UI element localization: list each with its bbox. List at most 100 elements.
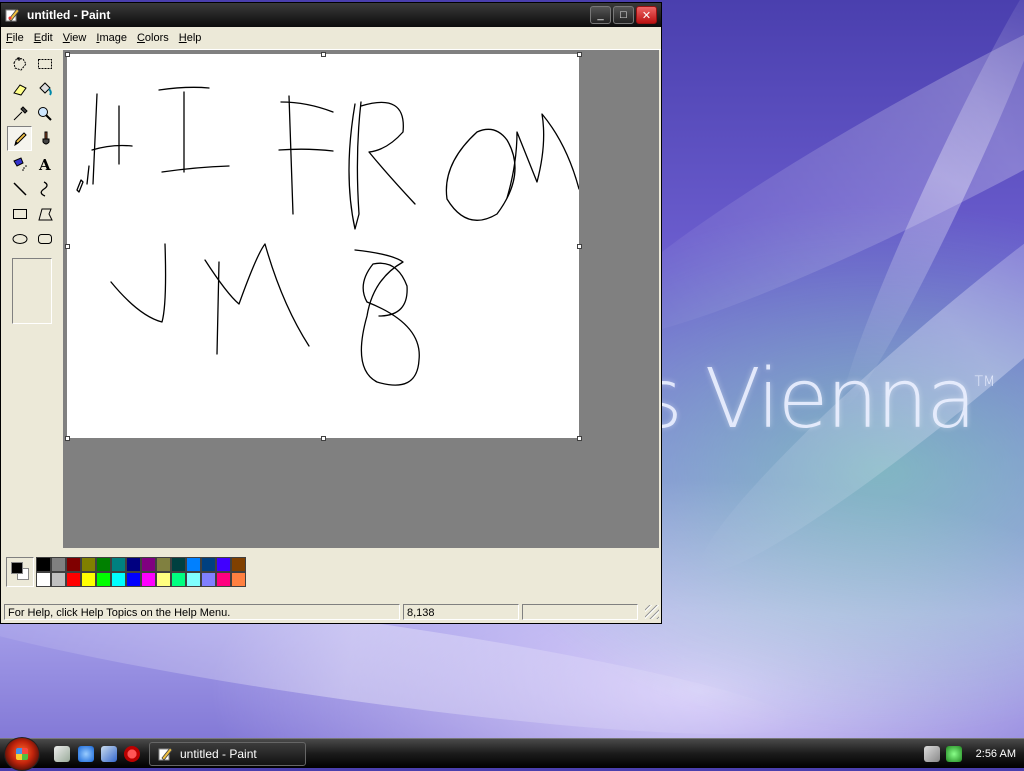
color-swatch[interactable] [66, 572, 81, 587]
menu-accelerator: H [178, 32, 187, 44]
curve-tool[interactable] [32, 176, 57, 201]
color-swatch[interactable] [171, 557, 186, 572]
menu-image[interactable]: Image [91, 32, 132, 44]
color-swatch[interactable] [201, 557, 216, 572]
menu-accelerator: F [6, 32, 13, 44]
close-button[interactable]: ✕ [636, 6, 657, 24]
drawing-canvas[interactable] [67, 54, 579, 438]
color-swatch[interactable] [141, 557, 156, 572]
color-swatch[interactable] [126, 557, 141, 572]
color-swatch[interactable] [36, 557, 51, 572]
menu-colors[interactable]: Colors [132, 32, 174, 44]
free-form-select-tool[interactable] [7, 51, 32, 76]
magnifier-icon [37, 106, 52, 121]
pick-color-icon [13, 105, 28, 120]
eraser-tool[interactable] [7, 76, 32, 101]
clock[interactable]: 2:56 AM [976, 748, 1016, 760]
foreground-color[interactable] [11, 562, 23, 574]
color-swatch[interactable] [126, 572, 141, 587]
color-swatch[interactable] [171, 572, 186, 587]
rectangle-select-tool[interactable] [32, 51, 57, 76]
color-swatch[interactable] [51, 572, 66, 587]
taskbar: untitled - Paint 2:56 AM [0, 737, 1024, 771]
menu-file[interactable]: File [1, 32, 29, 44]
magnifier-tool[interactable] [32, 101, 57, 126]
taskbar-paint-button[interactable]: untitled - Paint [149, 742, 306, 766]
color-swatch[interactable] [141, 572, 156, 587]
pencil-tool[interactable] [7, 126, 32, 151]
rectangle-tool[interactable] [7, 201, 32, 226]
ellipse-tool[interactable] [7, 226, 32, 251]
internet-explorer-icon[interactable] [78, 746, 94, 762]
color-swatch[interactable] [186, 572, 201, 587]
color-swatch[interactable] [81, 557, 96, 572]
menu-label-rest: elp [186, 32, 202, 44]
curve-icon [40, 180, 48, 197]
rectangle-icon [12, 208, 27, 219]
menu-help[interactable]: Help [174, 32, 207, 44]
color-swatch[interactable] [201, 572, 216, 587]
paint-task-icon [158, 746, 174, 762]
color-swatch[interactable] [216, 572, 231, 587]
menu-label-rest: ile [12, 32, 24, 44]
pick-color-tool[interactable] [7, 101, 32, 126]
network-icon[interactable] [923, 746, 940, 762]
rounded-rectangle-icon [37, 233, 52, 244]
status-bar: For Help, click Help Topics on the Help … [1, 601, 661, 623]
fill-with-color-tool[interactable] [32, 76, 57, 101]
color-swatch[interactable] [111, 572, 126, 587]
menu-accelerator: V [62, 32, 70, 44]
brush-tool[interactable] [32, 126, 57, 151]
svg-text:A: A [38, 156, 51, 173]
color-swatch[interactable] [111, 557, 126, 572]
color-swatch[interactable] [186, 557, 201, 572]
color-swatch[interactable] [231, 557, 246, 572]
toolbox: A [5, 50, 61, 548]
color-swatch[interactable] [96, 557, 111, 572]
color-swatch[interactable] [156, 557, 171, 572]
color-swatch[interactable] [66, 557, 81, 572]
line-icon [12, 181, 27, 196]
current-colors-box[interactable] [6, 557, 34, 587]
text-tool[interactable]: A [32, 151, 57, 176]
taskbar-paint-label: untitled - Paint [180, 747, 257, 761]
free-form-select-icon [12, 56, 27, 71]
minimize-icon: _ [597, 9, 604, 21]
opera-icon[interactable] [124, 746, 140, 762]
menu-label-rest: mage [99, 32, 127, 44]
line-tool[interactable] [7, 176, 32, 201]
desktop-wallpaper-logo: s ViennaTM [640, 352, 995, 447]
polygon-tool[interactable] [32, 201, 57, 226]
minimize-button[interactable]: _ [590, 6, 611, 24]
maximize-button[interactable]: □ [613, 6, 634, 24]
trademark-text: TM [974, 374, 996, 390]
resize-grip-icon[interactable] [645, 605, 659, 619]
fill-with-color-icon [38, 81, 52, 96]
airbrush-tool[interactable] [7, 151, 32, 176]
volume-icon[interactable] [945, 746, 962, 762]
paint-app-icon[interactable] [5, 7, 21, 23]
airbrush-icon [12, 156, 27, 171]
color-swatch[interactable] [81, 572, 96, 587]
color-swatch[interactable] [36, 572, 51, 587]
color-swatch[interactable] [156, 572, 171, 587]
canvas-drawing [76, 86, 579, 386]
title-bar[interactable]: untitled - Paint _ □ ✕ [1, 3, 661, 27]
menu-edit[interactable]: Edit [29, 32, 58, 44]
show-desktop-icon[interactable] [54, 746, 70, 762]
tool-options-box[interactable] [12, 258, 52, 324]
close-icon: ✕ [641, 9, 652, 22]
color-swatch[interactable] [231, 572, 246, 587]
menu-accelerator: C [136, 32, 145, 44]
color-swatch[interactable] [96, 572, 111, 587]
status-help-text: For Help, click Help Topics on the Help … [4, 604, 400, 620]
pencil-icon [13, 131, 27, 146]
menu-view[interactable]: View [58, 32, 92, 44]
menu-label-rest: olors [144, 32, 169, 44]
color-swatch[interactable] [51, 557, 66, 572]
rounded-rectangle-tool[interactable] [32, 226, 57, 251]
start-button[interactable] [4, 737, 40, 771]
menu-label-rest: dit [41, 32, 53, 44]
windows-media-icon[interactable] [101, 746, 117, 762]
color-swatch[interactable] [216, 557, 231, 572]
